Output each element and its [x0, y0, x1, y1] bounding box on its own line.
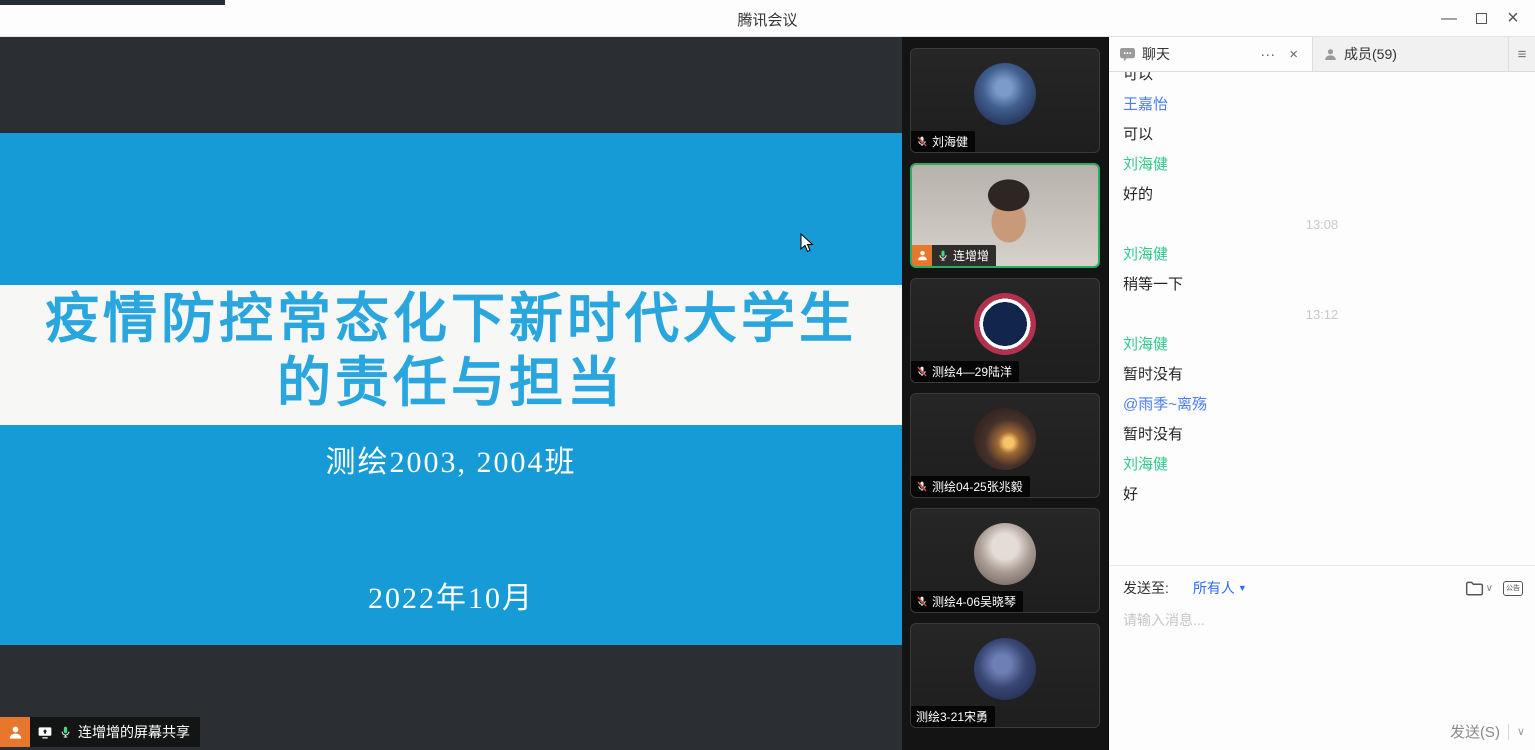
mic-muted-icon	[916, 595, 928, 608]
chat-sender-name[interactable]: 刘海健	[1123, 150, 1535, 180]
screen-share-label: 连增增的屏幕共享	[78, 722, 190, 742]
chevron-down-icon: ∨	[1517, 726, 1525, 738]
participant-tile-speaking[interactable]: 连增增	[910, 163, 1100, 268]
avatar	[974, 523, 1036, 585]
hamburger-icon: ≡	[1518, 46, 1527, 63]
tab-members-label: 成员(59)	[1344, 44, 1397, 64]
slide-title-line1: 疫情防控常态化下新时代大学生	[0, 287, 902, 351]
close-button[interactable]: ×	[1497, 4, 1529, 34]
slide-title-line2: 的责任与担当	[0, 351, 902, 415]
host-badge-icon	[0, 717, 30, 747]
chat-timestamp: 13:08	[1123, 210, 1535, 240]
chat-close-button[interactable]: ×	[1285, 46, 1302, 63]
tab-members[interactable]: 成员(59)	[1313, 37, 1509, 71]
participant-name: 连增增	[953, 247, 989, 264]
chat-timestamp: 13:12	[1123, 300, 1535, 330]
close-icon: ×	[1289, 46, 1298, 63]
message-input[interactable]: 请输入消息...	[1109, 598, 1535, 642]
divider	[1508, 724, 1509, 740]
dropdown-arrow-icon: ▼	[1238, 583, 1247, 593]
send-to-value: 所有人	[1193, 578, 1235, 598]
background-window-edge	[0, 0, 225, 5]
participant-name: 测绘4-06吴晓琴	[932, 593, 1016, 610]
send-to-dropdown[interactable]: 所有人 ▼	[1193, 578, 1247, 598]
participant-name: 测绘4—29陆洋	[932, 363, 1012, 380]
mic-muted-icon	[916, 135, 928, 148]
chat-panel: 聊天 ··· × 成员(59) ≡ 可以 王嘉怡	[1108, 37, 1535, 750]
maximize-icon	[1476, 13, 1487, 24]
window-title: 腾讯会议	[0, 9, 1535, 30]
screen-share-status: 连增增的屏幕共享	[0, 717, 200, 747]
shared-screen-area: 疫情防控常态化下新时代大学生 的责任与担当 测绘2003, 2004班 2022…	[0, 37, 902, 750]
participant-tile[interactable]: 测绘3-21宋勇	[910, 623, 1100, 728]
screen-share-pill: 连增增的屏幕共享	[30, 717, 200, 747]
send-to-label: 发送至:	[1123, 578, 1169, 598]
slide-subtitle: 测绘2003, 2004班	[0, 425, 902, 481]
chat-sender-name[interactable]: 刘海健	[1123, 330, 1535, 360]
chat-sender-name[interactable]: 王嘉怡	[1123, 90, 1535, 120]
maximize-button[interactable]	[1465, 4, 1497, 34]
more-icon: ···	[1260, 46, 1275, 63]
tencent-meeting-window: 腾讯会议 — × 疫情防控常态化下新时代大学生 的责任与担当 测绘2003, 2…	[0, 0, 1535, 750]
participant-tile[interactable]: 测绘4-06吴晓琴	[910, 508, 1100, 613]
mic-muted-icon	[916, 365, 928, 378]
participant-strip: 刘海健 连增增	[902, 37, 1108, 750]
file-transfer-button[interactable]: ∨	[1465, 580, 1493, 597]
avatar	[974, 293, 1036, 355]
mic-on-icon	[937, 249, 949, 262]
mic-muted-icon	[916, 480, 928, 493]
host-badge-icon	[912, 245, 932, 266]
chat-message: 稍等一下	[1123, 270, 1535, 300]
chat-message: 好的	[1123, 180, 1535, 210]
announcement-button[interactable]: 公告	[1503, 581, 1523, 596]
chat-message-list[interactable]: 可以 王嘉怡 可以 刘海健 好的 13:08 刘海健 稍等一下 13:12 刘海…	[1109, 72, 1535, 565]
member-icon	[1323, 47, 1338, 62]
minimize-icon: —	[1441, 10, 1457, 28]
chat-message: 可以	[1123, 120, 1535, 150]
participant-name: 测绘04-25张兆毅	[932, 478, 1023, 495]
close-icon: ×	[1507, 7, 1519, 30]
slide-top-band	[0, 133, 902, 285]
screen-share-icon	[37, 725, 53, 740]
title-bar: 腾讯会议 — ×	[0, 0, 1535, 37]
main-area: 疫情防控常态化下新时代大学生 的责任与担当 测绘2003, 2004班 2022…	[0, 37, 1535, 750]
tab-chat-label: 聊天	[1142, 44, 1170, 64]
window-controls: — ×	[1433, 0, 1529, 37]
minimize-button[interactable]: —	[1433, 4, 1465, 34]
avatar	[974, 408, 1036, 470]
chat-message: 好	[1123, 480, 1535, 510]
mouse-cursor	[800, 233, 814, 253]
chat-message: 可以	[1123, 72, 1535, 90]
chat-message: 暂时没有	[1123, 420, 1535, 450]
chat-sender-name[interactable]: @雨季~离殇	[1123, 390, 1535, 420]
send-options-button[interactable]: ∨	[1517, 725, 1525, 738]
chevron-down-icon: ∨	[1486, 583, 1493, 594]
slide-title-band: 疫情防控常态化下新时代大学生 的责任与担当	[0, 285, 902, 425]
chat-message: 暂时没有	[1123, 360, 1535, 390]
slide-date: 2022年10月	[0, 573, 902, 617]
chat-sender-name[interactable]: 刘海健	[1123, 240, 1535, 270]
participant-tile[interactable]: 刘海健	[910, 48, 1100, 153]
participant-tile[interactable]: 测绘04-25张兆毅	[910, 393, 1100, 498]
chat-composer: 发送至: 所有人 ▼ ∨ 公告 请输入消息... 发送(S	[1109, 565, 1535, 750]
tab-chat[interactable]: 聊天 ··· ×	[1109, 37, 1313, 71]
participant-name: 刘海健	[932, 133, 968, 150]
participant-name: 测绘3-21宋勇	[916, 708, 988, 725]
chat-more-button[interactable]: ···	[1256, 46, 1279, 63]
chat-bubble-icon	[1119, 47, 1136, 62]
participant-tile[interactable]: 测绘4—29陆洋	[910, 278, 1100, 383]
avatar	[974, 638, 1036, 700]
chat-sender-name[interactable]: 刘海健	[1123, 450, 1535, 480]
panel-menu-button[interactable]: ≡	[1509, 37, 1535, 71]
avatar	[974, 63, 1036, 125]
send-button[interactable]: 发送(S)	[1450, 721, 1500, 742]
slide-bottom-band: 测绘2003, 2004班 2022年10月	[0, 425, 902, 645]
presentation-slide: 疫情防控常态化下新时代大学生 的责任与担当 测绘2003, 2004班 2022…	[0, 133, 902, 645]
sidebar-tab-bar: 聊天 ··· × 成员(59) ≡	[1109, 37, 1535, 72]
mic-on-icon	[59, 725, 72, 739]
